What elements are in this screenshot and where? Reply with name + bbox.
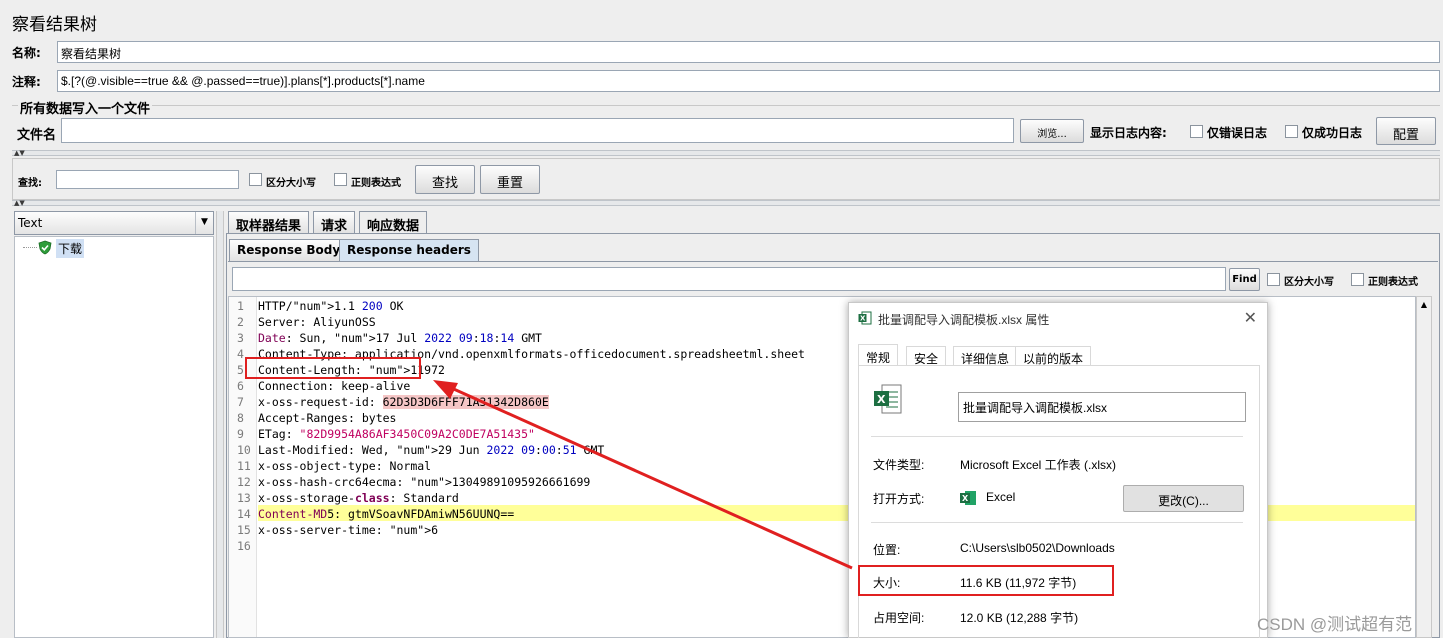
watermark: CSDN @测试超有范 bbox=[1257, 615, 1413, 634]
annotation-arrow bbox=[433, 380, 853, 570]
